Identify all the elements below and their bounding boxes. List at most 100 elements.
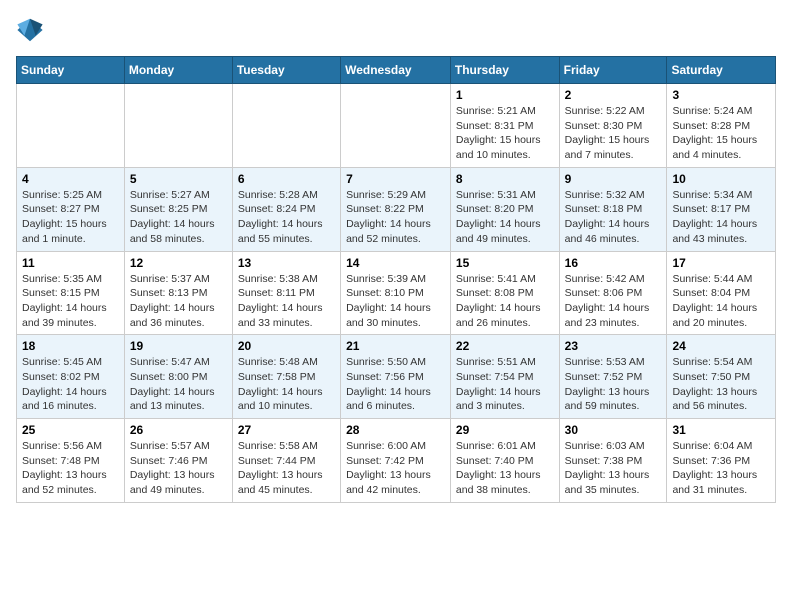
day-info: Sunrise: 5:35 AM Sunset: 8:15 PM Dayligh… xyxy=(22,272,119,331)
day-number: 25 xyxy=(22,423,119,437)
logo-icon xyxy=(16,16,44,44)
page-header xyxy=(16,16,776,44)
calendar-cell: 19 Sunrise: 5:47 AM Sunset: 8:00 PM Dayli… xyxy=(124,335,232,419)
calendar-week-4: 18 Sunrise: 5:45 AM Sunset: 8:02 PM Dayli… xyxy=(17,335,776,419)
calendar-cell xyxy=(17,84,125,168)
day-number: 14 xyxy=(346,256,445,270)
day-number: 30 xyxy=(565,423,662,437)
day-number: 9 xyxy=(565,172,662,186)
day-number: 21 xyxy=(346,339,445,353)
day-info: Sunrise: 5:53 AM Sunset: 7:52 PM Dayligh… xyxy=(565,355,662,414)
day-number: 31 xyxy=(672,423,770,437)
day-number: 22 xyxy=(456,339,554,353)
day-info: Sunrise: 5:34 AM Sunset: 8:17 PM Dayligh… xyxy=(672,188,770,247)
weekday-header-thursday: Thursday xyxy=(450,57,559,84)
calendar-cell: 1Sunrise: 5:21 AM Sunset: 8:31 PM Daylig… xyxy=(450,84,559,168)
calendar-cell: 5 Sunrise: 5:27 AM Sunset: 8:25 PM Daylig… xyxy=(124,167,232,251)
day-info: Sunrise: 5:32 AM Sunset: 8:18 PM Dayligh… xyxy=(565,188,662,247)
day-number: 28 xyxy=(346,423,445,437)
calendar-header: SundayMondayTuesdayWednesdayThursdayFrid… xyxy=(17,57,776,84)
calendar-cell: 24 Sunrise: 5:54 AM Sunset: 7:50 PM Dayli… xyxy=(667,335,776,419)
day-info: Sunrise: 5:45 AM Sunset: 8:02 PM Dayligh… xyxy=(22,355,119,414)
day-number: 8 xyxy=(456,172,554,186)
calendar-cell: 17 Sunrise: 5:44 AM Sunset: 8:04 PM Dayli… xyxy=(667,251,776,335)
day-info: Sunrise: 5:27 AM Sunset: 8:25 PM Dayligh… xyxy=(130,188,227,247)
day-number: 3 xyxy=(672,88,770,102)
calendar-week-5: 25 Sunrise: 5:56 AM Sunset: 7:48 PM Dayli… xyxy=(17,419,776,503)
calendar-cell: 7Sunrise: 5:29 AM Sunset: 8:22 PM Daylig… xyxy=(341,167,451,251)
calendar-table: SundayMondayTuesdayWednesdayThursdayFrid… xyxy=(16,56,776,503)
day-info: Sunrise: 5:48 AM Sunset: 7:58 PM Dayligh… xyxy=(238,355,335,414)
calendar-cell: 22 Sunrise: 5:51 AM Sunset: 7:54 PM Dayli… xyxy=(450,335,559,419)
day-number: 29 xyxy=(456,423,554,437)
logo xyxy=(16,16,48,44)
day-info: Sunrise: 5:24 AM Sunset: 8:28 PM Dayligh… xyxy=(672,104,770,163)
weekday-header-monday: Monday xyxy=(124,57,232,84)
calendar-cell: 9 Sunrise: 5:32 AM Sunset: 8:18 PM Daylig… xyxy=(559,167,667,251)
day-number: 5 xyxy=(130,172,227,186)
calendar-cell: 11 Sunrise: 5:35 AM Sunset: 8:15 PM Dayli… xyxy=(17,251,125,335)
weekday-header-saturday: Saturday xyxy=(667,57,776,84)
day-info: Sunrise: 5:21 AM Sunset: 8:31 PM Dayligh… xyxy=(456,104,554,163)
calendar-cell: 2 Sunrise: 5:22 AM Sunset: 8:30 PM Daylig… xyxy=(559,84,667,168)
day-info: Sunrise: 5:39 AM Sunset: 8:10 PM Dayligh… xyxy=(346,272,445,331)
day-number: 19 xyxy=(130,339,227,353)
day-number: 12 xyxy=(130,256,227,270)
day-number: 11 xyxy=(22,256,119,270)
calendar-cell: 25 Sunrise: 5:56 AM Sunset: 7:48 PM Dayli… xyxy=(17,419,125,503)
day-info: Sunrise: 5:25 AM Sunset: 8:27 PM Dayligh… xyxy=(22,188,119,247)
calendar-cell xyxy=(232,84,340,168)
calendar-cell: 18 Sunrise: 5:45 AM Sunset: 8:02 PM Dayli… xyxy=(17,335,125,419)
day-info: Sunrise: 5:54 AM Sunset: 7:50 PM Dayligh… xyxy=(672,355,770,414)
day-info: Sunrise: 6:04 AM Sunset: 7:36 PM Dayligh… xyxy=(672,439,770,498)
day-number: 15 xyxy=(456,256,554,270)
day-info: Sunrise: 5:47 AM Sunset: 8:00 PM Dayligh… xyxy=(130,355,227,414)
day-info: Sunrise: 5:31 AM Sunset: 8:20 PM Dayligh… xyxy=(456,188,554,247)
calendar-cell: 30 Sunrise: 6:03 AM Sunset: 7:38 PM Dayli… xyxy=(559,419,667,503)
calendar-cell: 3 Sunrise: 5:24 AM Sunset: 8:28 PM Daylig… xyxy=(667,84,776,168)
weekday-header-friday: Friday xyxy=(559,57,667,84)
day-info: Sunrise: 5:56 AM Sunset: 7:48 PM Dayligh… xyxy=(22,439,119,498)
day-number: 17 xyxy=(672,256,770,270)
calendar-cell: 29 Sunrise: 6:01 AM Sunset: 7:40 PM Dayli… xyxy=(450,419,559,503)
calendar-cell: 14 Sunrise: 5:39 AM Sunset: 8:10 PM Dayli… xyxy=(341,251,451,335)
calendar-cell xyxy=(124,84,232,168)
calendar-week-3: 11 Sunrise: 5:35 AM Sunset: 8:15 PM Dayli… xyxy=(17,251,776,335)
calendar-cell: 13Sunrise: 5:38 AM Sunset: 8:11 PM Dayli… xyxy=(232,251,340,335)
day-info: Sunrise: 5:51 AM Sunset: 7:54 PM Dayligh… xyxy=(456,355,554,414)
weekday-header-tuesday: Tuesday xyxy=(232,57,340,84)
day-info: Sunrise: 6:03 AM Sunset: 7:38 PM Dayligh… xyxy=(565,439,662,498)
day-info: Sunrise: 5:57 AM Sunset: 7:46 PM Dayligh… xyxy=(130,439,227,498)
day-number: 27 xyxy=(238,423,335,437)
calendar-cell: 8 Sunrise: 5:31 AM Sunset: 8:20 PM Daylig… xyxy=(450,167,559,251)
calendar-cell xyxy=(341,84,451,168)
day-number: 13 xyxy=(238,256,335,270)
day-info: Sunrise: 5:22 AM Sunset: 8:30 PM Dayligh… xyxy=(565,104,662,163)
day-number: 18 xyxy=(22,339,119,353)
day-info: Sunrise: 5:44 AM Sunset: 8:04 PM Dayligh… xyxy=(672,272,770,331)
calendar-cell: 26Sunrise: 5:57 AM Sunset: 7:46 PM Dayli… xyxy=(124,419,232,503)
day-number: 24 xyxy=(672,339,770,353)
day-number: 6 xyxy=(238,172,335,186)
calendar-cell: 23 Sunrise: 5:53 AM Sunset: 7:52 PM Dayli… xyxy=(559,335,667,419)
day-info: Sunrise: 5:28 AM Sunset: 8:24 PM Dayligh… xyxy=(238,188,335,247)
calendar-week-1: 1Sunrise: 5:21 AM Sunset: 8:31 PM Daylig… xyxy=(17,84,776,168)
calendar-cell: 21Sunrise: 5:50 AM Sunset: 7:56 PM Dayli… xyxy=(341,335,451,419)
day-info: Sunrise: 5:42 AM Sunset: 8:06 PM Dayligh… xyxy=(565,272,662,331)
calendar-cell: 4Sunrise: 5:25 AM Sunset: 8:27 PM Daylig… xyxy=(17,167,125,251)
calendar-cell: 6 Sunrise: 5:28 AM Sunset: 8:24 PM Daylig… xyxy=(232,167,340,251)
calendar-cell: 20 Sunrise: 5:48 AM Sunset: 7:58 PM Dayli… xyxy=(232,335,340,419)
weekday-header-wednesday: Wednesday xyxy=(341,57,451,84)
day-info: Sunrise: 5:29 AM Sunset: 8:22 PM Dayligh… xyxy=(346,188,445,247)
day-info: Sunrise: 6:00 AM Sunset: 7:42 PM Dayligh… xyxy=(346,439,445,498)
day-number: 23 xyxy=(565,339,662,353)
day-info: Sunrise: 5:41 AM Sunset: 8:08 PM Dayligh… xyxy=(456,272,554,331)
day-number: 2 xyxy=(565,88,662,102)
calendar-cell: 27Sunrise: 5:58 AM Sunset: 7:44 PM Dayli… xyxy=(232,419,340,503)
calendar-week-2: 4Sunrise: 5:25 AM Sunset: 8:27 PM Daylig… xyxy=(17,167,776,251)
day-info: Sunrise: 6:01 AM Sunset: 7:40 PM Dayligh… xyxy=(456,439,554,498)
day-number: 16 xyxy=(565,256,662,270)
day-number: 20 xyxy=(238,339,335,353)
day-number: 10 xyxy=(672,172,770,186)
calendar-cell: 12Sunrise: 5:37 AM Sunset: 8:13 PM Dayli… xyxy=(124,251,232,335)
